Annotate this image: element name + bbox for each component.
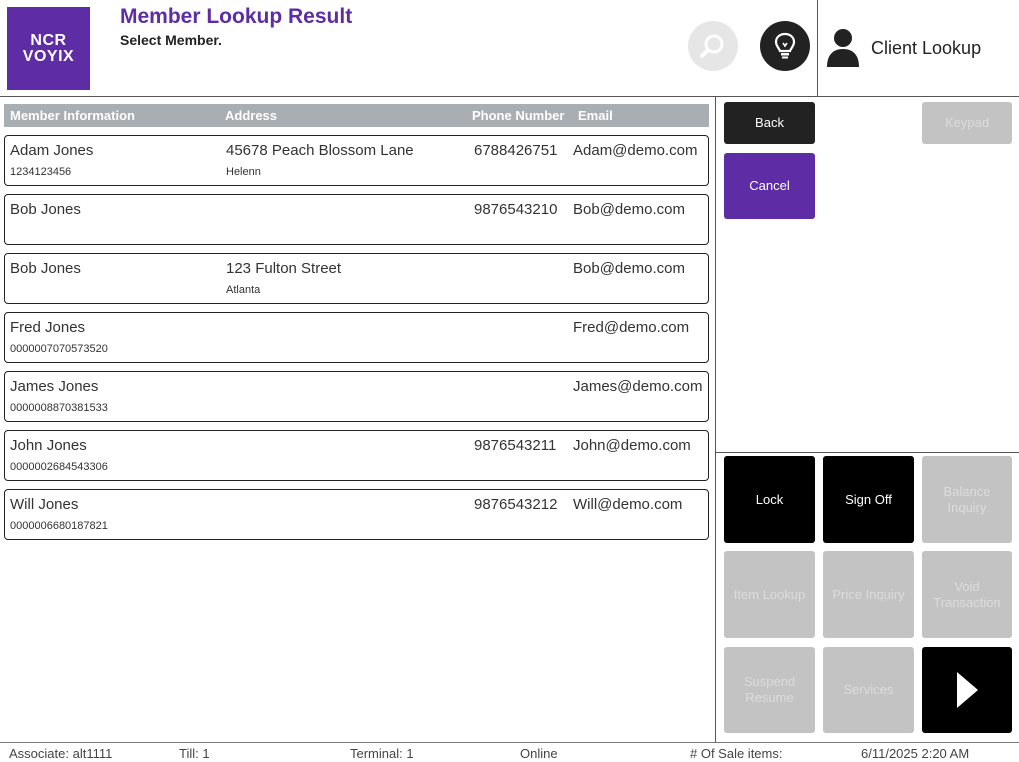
page-subtitle: Select Member. <box>120 32 222 48</box>
item-lookup-button[interactable]: Item Lookup <box>724 551 815 638</box>
void-transaction-button[interactable]: Void Transaction <box>922 551 1012 638</box>
next-page-button[interactable] <box>922 647 1012 733</box>
member-email: Bob@demo.com <box>573 260 685 277</box>
play-arrow-icon <box>957 672 978 708</box>
price-inquiry-button[interactable]: Price Inquiry <box>823 551 914 638</box>
logo-line2: VOYIX <box>22 47 75 65</box>
member-id: 1234123456 <box>10 166 72 178</box>
table-row[interactable]: Will Jones 0000006680187821 9876543212 W… <box>4 489 709 540</box>
page-title: Member Lookup Result <box>120 5 353 28</box>
balance-inquiry-button[interactable]: Balance Inquiry <box>922 456 1012 543</box>
member-city: Atlanta <box>226 284 261 296</box>
member-name: Bob Jones <box>10 260 81 277</box>
member-id: 0000002684543306 <box>10 461 108 473</box>
member-email: John@demo.com <box>573 437 691 454</box>
member-email: Fred@demo.com <box>573 319 690 336</box>
member-phone: 9876543212 <box>474 496 558 513</box>
column-member-information: Member Information <box>10 108 135 123</box>
right-panel-divider <box>715 97 716 742</box>
member-phone: 9876543211 <box>474 437 557 454</box>
table-row[interactable]: Bob Jones 123 Fulton Street Atlanta Bob@… <box>4 253 709 304</box>
member-name: James Jones <box>10 378 99 395</box>
lock-button[interactable]: Lock <box>724 456 815 543</box>
status-datetime: 6/11/2025 2:20 AM <box>861 746 970 761</box>
results-table-header: Member Information Address Phone Number … <box>4 104 709 127</box>
member-name: John Jones <box>10 437 87 454</box>
status-bar: Associate: alt1111 Till: 1 Terminal: 1 O… <box>0 742 1019 762</box>
table-row[interactable]: Adam Jones 1234123456 45678 Peach Blosso… <box>4 135 709 186</box>
table-row[interactable]: James Jones 0000008870381533 James@demo.… <box>4 371 709 422</box>
lightbulb-icon <box>774 32 796 59</box>
search-button[interactable] <box>688 21 738 71</box>
member-id: 0000008870381533 <box>10 402 108 414</box>
member-phone: 9876543210 <box>474 201 558 218</box>
column-phone-number: Phone Number <box>472 108 565 123</box>
member-address: 123 Fulton Street <box>226 260 342 277</box>
member-email: Will@demo.com <box>573 496 683 513</box>
member-id: 0000006680187821 <box>10 520 108 532</box>
user-icon <box>827 29 859 67</box>
member-name: Bob Jones <box>10 201 81 218</box>
status-online: Online <box>520 746 558 761</box>
member-email: James@demo.com <box>573 378 703 395</box>
member-name: Will Jones <box>10 496 79 513</box>
status-till: Till: 1 <box>179 746 210 761</box>
member-phone: 6788426751 <box>474 142 558 159</box>
member-id: 0000007070573520 <box>10 343 108 355</box>
suspend-resume-button[interactable]: Suspend Resume <box>724 647 815 733</box>
client-lookup-label: Client Lookup <box>871 37 982 58</box>
ncr-voyix-logo: NCR VOYIX <box>7 7 90 90</box>
help-button[interactable] <box>760 21 810 71</box>
back-button[interactable]: Back <box>724 102 815 144</box>
cancel-button[interactable]: Cancel <box>724 153 815 219</box>
header: NCR VOYIX Member Lookup Result Select Me… <box>0 0 1019 97</box>
table-row[interactable]: John Jones 0000002684543306 9876543211 J… <box>4 430 709 481</box>
member-address: 45678 Peach Blossom Lane <box>226 142 414 159</box>
logo-line1: NCR <box>30 31 67 49</box>
status-terminal: Terminal: 1 <box>350 746 414 761</box>
member-name: Fred Jones <box>10 319 86 336</box>
member-email: Adam@demo.com <box>573 142 698 159</box>
member-email: Bob@demo.com <box>573 201 685 218</box>
member-name: Adam Jones <box>10 142 94 159</box>
status-associate: Associate: alt1111 <box>9 746 113 761</box>
right-panel-separator <box>716 452 1019 453</box>
status-sale-items: # Of Sale items: <box>690 746 783 761</box>
sign-off-button[interactable]: Sign Off <box>823 456 914 543</box>
table-row[interactable]: Bob Jones 9876543210 Bob@demo.com <box>4 194 709 245</box>
keypad-button[interactable]: Keypad <box>922 102 1012 144</box>
header-divider <box>817 0 818 97</box>
member-city: Helenn <box>226 166 261 178</box>
column-email: Email <box>578 108 613 123</box>
search-icon <box>700 34 724 58</box>
column-address: Address <box>225 108 278 123</box>
table-row[interactable]: Fred Jones 0000007070573520 Fred@demo.co… <box>4 312 709 363</box>
services-button[interactable]: Services <box>823 647 914 733</box>
client-lookup-button[interactable]: Client Lookup <box>825 26 981 70</box>
